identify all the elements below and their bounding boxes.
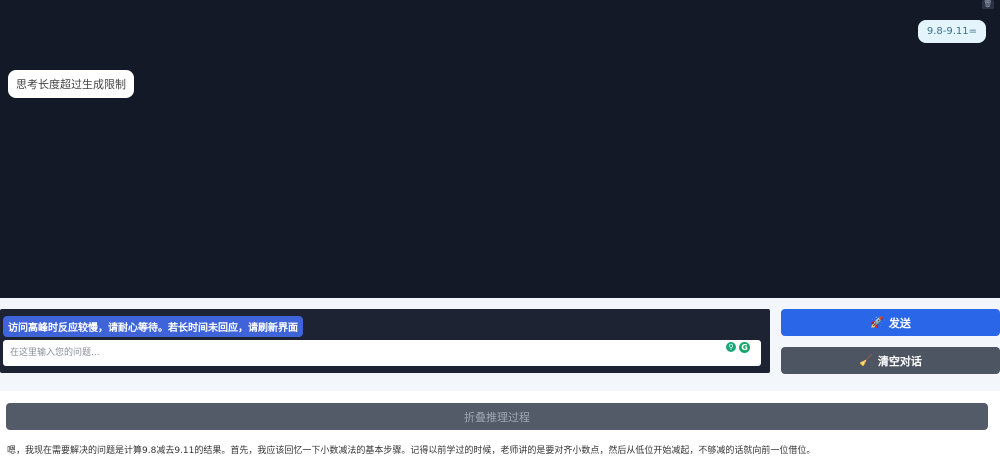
reasoning-text: 嗯，我现在需要解决的问题是计算9.8减去9.11的结果。首先，我应该回忆一下小数… [7, 446, 816, 456]
busy-notice: 访问高峰时反应较慢，请耐心等待。若长时间未回应，请刷新界面 [3, 316, 303, 337]
grammarly-icon[interactable]: G [739, 342, 750, 353]
chat-area: 🗑 9.8-9.11= 思考长度超过生成限制 [0, 0, 1000, 298]
question-input[interactable] [3, 340, 761, 366]
reasoning-section: 折叠推理过程 嗯，我现在需要解决的问题是计算9.8减去9.11的结果。首先，我应… [0, 391, 1000, 467]
send-button[interactable]: 🚀 发送 [781, 309, 1000, 336]
rocket-icon: 🚀 [870, 316, 884, 329]
bot-message-bubble: 思考长度超过生成限制 [8, 70, 134, 98]
clear-button-label: 清空对话 [877, 354, 922, 368]
trash-icon[interactable]: 🗑 [982, 0, 994, 9]
clear-conversation-button[interactable]: 🧹 清空对话 [781, 347, 1000, 374]
send-button-label: 发送 [888, 316, 911, 330]
user-message-bubble: 9.8-9.11= [917, 20, 986, 43]
collapse-reasoning-button[interactable]: 折叠推理过程 [6, 403, 988, 430]
input-panel: 访问高峰时反应较慢，请耐心等待。若长时间未回应，请刷新界面 ⚲ G [0, 309, 770, 373]
broom-icon: 🧹 [859, 354, 873, 367]
location-pin-icon[interactable]: ⚲ [726, 342, 736, 352]
input-extension-icons: ⚲ G [726, 342, 750, 353]
